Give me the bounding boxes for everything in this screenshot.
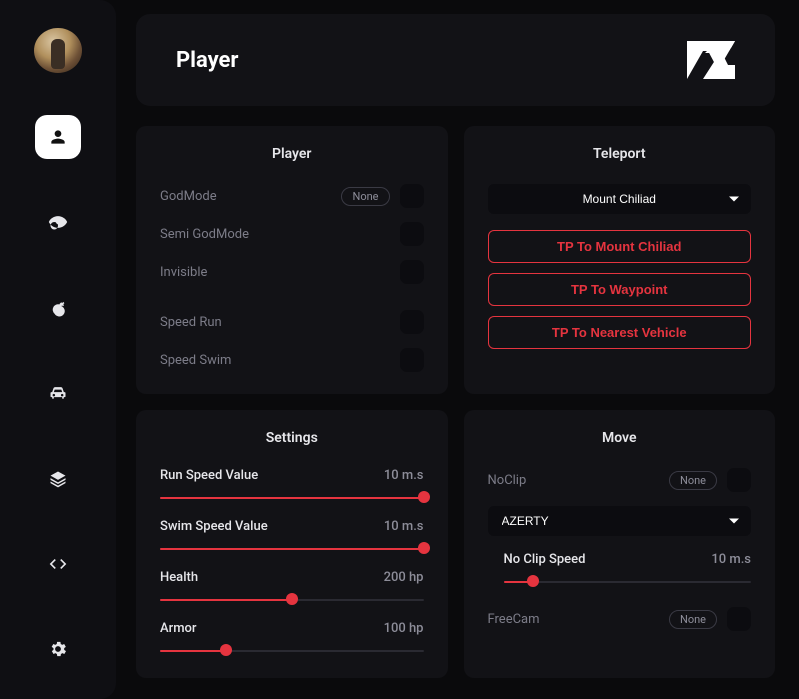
keybind-badge[interactable]: None xyxy=(341,187,389,206)
toggle-noclip[interactable] xyxy=(727,468,751,492)
sidebar-item-weapons[interactable] xyxy=(35,286,81,329)
row-freecam: FreeCam None xyxy=(488,607,752,631)
car-icon xyxy=(48,383,68,403)
label: Semi GodMode xyxy=(160,227,390,242)
sidebar-item-vehicle[interactable] xyxy=(35,371,81,414)
panel-move: Move NoClip None AZERTY No Clip Speed 10… xyxy=(464,410,776,678)
panel-title: Move xyxy=(488,430,752,446)
eye-icon xyxy=(48,212,68,232)
label: FreeCam xyxy=(488,612,669,627)
avatar[interactable] xyxy=(34,28,82,73)
logo xyxy=(687,41,735,79)
row-speed-run: Speed Run xyxy=(160,310,424,334)
sidebar-item-settings[interactable] xyxy=(35,628,81,671)
sidebar-item-player[interactable] xyxy=(35,115,81,158)
tp-to-waypoint-button[interactable]: TP To Waypoint xyxy=(488,273,752,306)
slider-noclip-speed: No Clip Speed 10 m.s xyxy=(488,552,752,587)
panel-title: Player xyxy=(160,146,424,162)
keybind-badge[interactable]: None xyxy=(669,471,717,490)
slider-value: 100 hp xyxy=(384,621,424,636)
teleport-select-wrap: Mount Chiliad xyxy=(488,184,752,214)
label: NoClip xyxy=(488,473,669,488)
keyboard-layout-select[interactable]: AZERTY xyxy=(488,506,752,536)
slider-value: 10 m.s xyxy=(384,519,424,534)
panel-settings: Settings Run Speed Value 10 m.s Swim Spe… xyxy=(136,410,448,678)
sidebar-item-visual[interactable] xyxy=(35,201,81,244)
row-godmode: GodMode None xyxy=(160,184,424,208)
gear-icon xyxy=(48,639,68,659)
layers-icon xyxy=(48,469,68,489)
slider-track[interactable] xyxy=(160,593,424,605)
row-semi-godmode: Semi GodMode xyxy=(160,222,424,246)
row-speed-swim: Speed Swim xyxy=(160,348,424,372)
page-title: Player xyxy=(176,48,239,73)
user-icon xyxy=(48,127,68,147)
code-icon xyxy=(48,554,68,574)
keybind-badge[interactable]: None xyxy=(669,610,717,629)
tp-to-nearest-vehicle-button[interactable]: TP To Nearest Vehicle xyxy=(488,316,752,349)
toggle-speed-run[interactable] xyxy=(400,310,424,334)
slider-label: No Clip Speed xyxy=(504,552,586,567)
toggle-speed-swim[interactable] xyxy=(400,348,424,372)
logo-icon xyxy=(687,41,735,79)
label: Speed Run xyxy=(160,315,390,330)
label: Speed Swim xyxy=(160,353,390,368)
header: Player xyxy=(136,14,775,106)
slider-value: 10 m.s xyxy=(711,552,751,567)
slider-track[interactable] xyxy=(504,575,752,587)
toggle-invisible[interactable] xyxy=(400,260,424,284)
panel-title: Settings xyxy=(160,430,424,446)
slider-track[interactable] xyxy=(160,542,424,554)
sidebar-item-misc[interactable] xyxy=(35,457,81,500)
toggle-freecam[interactable] xyxy=(727,607,751,631)
toggle-semi-godmode[interactable] xyxy=(400,222,424,246)
layout-select-wrap: AZERTY xyxy=(488,506,752,536)
panel-player: Player GodMode None Semi GodMode Invisib… xyxy=(136,126,448,394)
row-noclip: NoClip None xyxy=(488,468,752,492)
slider-label: Armor xyxy=(160,621,197,636)
slider-label: Health xyxy=(160,570,198,585)
slider-swim-speed: Swim Speed Value 10 m.s xyxy=(160,519,424,554)
label: GodMode xyxy=(160,189,341,204)
sidebar xyxy=(0,0,116,699)
slider-value: 10 m.s xyxy=(384,468,424,483)
main: Player Player GodMode None xyxy=(116,0,799,699)
slider-health: Health 200 hp xyxy=(160,570,424,605)
app: Player Player GodMode None xyxy=(0,0,799,699)
slider-armor: Armor 100 hp xyxy=(160,621,424,656)
sidebar-item-dev[interactable] xyxy=(35,542,81,585)
toggle-godmode[interactable] xyxy=(400,184,424,208)
teleport-location-select[interactable]: Mount Chiliad xyxy=(488,184,752,214)
slider-track[interactable] xyxy=(160,644,424,656)
panels: Player GodMode None Semi GodMode Invisib… xyxy=(136,126,775,678)
panel-teleport: Teleport Mount Chiliad TP To Mount Chili… xyxy=(464,126,776,394)
slider-track[interactable] xyxy=(160,491,424,503)
bomb-icon xyxy=(48,298,68,318)
panel-title: Teleport xyxy=(488,146,752,162)
label: Invisible xyxy=(160,265,390,280)
slider-label: Run Speed Value xyxy=(160,468,258,483)
slider-run-speed: Run Speed Value 10 m.s xyxy=(160,468,424,503)
row-invisible: Invisible xyxy=(160,260,424,284)
tp-to-location-button[interactable]: TP To Mount Chiliad xyxy=(488,230,752,263)
slider-value: 200 hp xyxy=(384,570,424,585)
slider-label: Swim Speed Value xyxy=(160,519,268,534)
